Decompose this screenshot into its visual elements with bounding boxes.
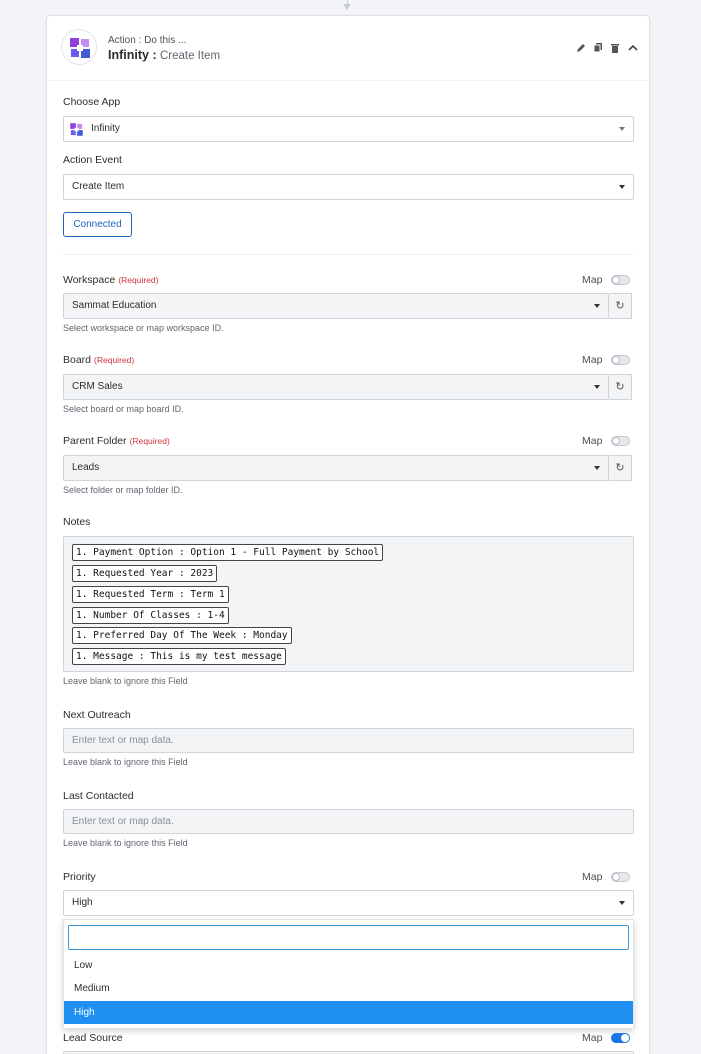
next-outreach-hint: Leave blank to ignore this Field — [63, 757, 188, 767]
edit-icon[interactable] — [576, 41, 586, 53]
dropdown-search-input[interactable] — [68, 925, 629, 950]
mapped-field-chip[interactable]: 1. Requested Year : 2023 — [72, 565, 218, 582]
lead-source-map-label: Map — [582, 1032, 603, 1044]
workspace-label: Workspace (Required) — [63, 274, 158, 286]
mapped-field-chip[interactable]: 1. Number Of Classes : 1-4 — [72, 607, 229, 624]
lead-source-map-toggle[interactable] — [611, 1033, 630, 1043]
refresh-icon[interactable]: ↻ — [609, 455, 632, 481]
workspace-value: Sammat Education — [72, 300, 157, 311]
toggle-knob — [612, 356, 620, 364]
lead-source-label: Lead Source — [63, 1032, 123, 1044]
caret-down-icon — [619, 127, 625, 131]
required-tag: (Required) — [118, 275, 159, 285]
action-app-name: Infinity : — [108, 48, 157, 62]
priority-value: High — [72, 897, 93, 908]
notes-hint: Leave blank to ignore this Field — [63, 676, 188, 686]
board-value: CRM Sales — [72, 381, 123, 392]
workspace-hint: Select workspace or map workspace ID. — [63, 323, 224, 333]
board-hint: Select board or map board ID. — [63, 404, 184, 414]
caret-down-icon — [619, 901, 625, 905]
last-contacted-hint: Leave blank to ignore this Field — [63, 838, 188, 848]
action-subtitle: Action : Do this ... — [108, 35, 187, 46]
notes-field[interactable]: 1. Payment Option : Option 1 - Full Paym… — [63, 536, 634, 672]
next-outreach-input[interactable]: Enter text or map data. — [63, 728, 634, 753]
chevron-up-icon[interactable] — [627, 41, 638, 53]
copy-icon[interactable] — [593, 41, 603, 53]
required-tag: (Required) — [129, 436, 170, 446]
board-map-toggle[interactable] — [611, 355, 630, 365]
header-actions — [576, 41, 638, 53]
toggle-knob — [612, 276, 620, 284]
priority-select[interactable]: High — [63, 890, 634, 916]
mapped-field-chip[interactable]: 1. Payment Option : Option 1 - Full Paym… — [72, 544, 384, 561]
board-label: Board (Required) — [63, 354, 134, 366]
trash-icon[interactable] — [610, 41, 620, 53]
parent-folder-value: Leads — [72, 462, 100, 473]
priority-option-high[interactable]: High — [64, 1001, 633, 1024]
choose-app-label: Choose App — [63, 96, 121, 108]
mapped-field-chip[interactable]: 1. Requested Term : Term 1 — [72, 586, 229, 603]
parent-folder-label-text: Parent Folder — [63, 435, 127, 447]
last-contacted-label: Last Contacted — [63, 790, 134, 802]
last-contacted-input[interactable]: Enter text or map data. — [63, 809, 634, 834]
action-event-value: Create Item — [72, 181, 125, 192]
parent-folder-map-toggle[interactable] — [611, 436, 630, 446]
notes-label: Notes — [63, 516, 91, 528]
toggle-knob — [612, 873, 620, 881]
parent-folder-hint: Select folder or map folder ID. — [63, 485, 183, 495]
caret-down-icon — [594, 304, 600, 308]
choose-app-value: Infinity — [91, 123, 120, 134]
toggle-knob — [612, 437, 620, 445]
action-card: Action : Do this ... Infinity : Create I… — [46, 15, 650, 1054]
board-map-label: Map — [582, 354, 603, 366]
refresh-icon[interactable]: ↻ — [609, 293, 632, 319]
priority-option-low[interactable]: Low — [64, 954, 633, 977]
parent-folder-label: Parent Folder (Required) — [63, 435, 170, 447]
required-tag: (Required) — [94, 355, 135, 365]
choose-app-select[interactable]: Infinity — [63, 116, 634, 142]
parent-folder-map-label: Map — [582, 435, 603, 447]
mapped-field-chip[interactable]: 1. Message : This is my test message — [72, 648, 286, 665]
refresh-icon[interactable]: ↻ — [609, 374, 632, 400]
action-title: Infinity : Create Item — [108, 48, 220, 62]
caret-down-icon — [594, 385, 600, 389]
toggle-knob — [621, 1034, 629, 1042]
infinity-logo-icon — [61, 29, 97, 65]
priority-dropdown: Low Medium High — [63, 919, 634, 1029]
next-outreach-label: Next Outreach — [63, 709, 131, 721]
workspace-map-label: Map — [582, 274, 603, 286]
priority-map-toggle[interactable] — [611, 872, 630, 882]
parent-folder-select[interactable]: Leads — [63, 455, 609, 481]
mapped-field-chip[interactable]: 1. Preferred Day Of The Week : Monday — [72, 627, 292, 644]
priority-label: Priority — [63, 871, 96, 883]
arrow-down-icon — [343, 4, 351, 10]
action-card-header[interactable]: Action : Do this ... Infinity : Create I… — [47, 16, 649, 81]
caret-down-icon — [594, 466, 600, 470]
action-event-name: Create Item — [159, 50, 221, 62]
section-divider — [63, 254, 634, 255]
caret-down-icon — [619, 185, 625, 189]
action-event-label: Action Event — [63, 154, 122, 166]
priority-map-label: Map — [582, 871, 603, 883]
infinity-logo-icon — [69, 122, 84, 147]
connected-button[interactable]: Connected — [63, 212, 132, 237]
workspace-map-toggle[interactable] — [611, 275, 630, 285]
board-label-text: Board — [63, 354, 92, 366]
workspace-label-text: Workspace — [63, 274, 116, 286]
board-select[interactable]: CRM Sales — [63, 374, 609, 400]
workspace-select[interactable]: Sammat Education — [63, 293, 609, 319]
priority-option-medium[interactable]: Medium — [64, 977, 633, 1000]
action-event-select[interactable]: Create Item — [63, 174, 634, 200]
